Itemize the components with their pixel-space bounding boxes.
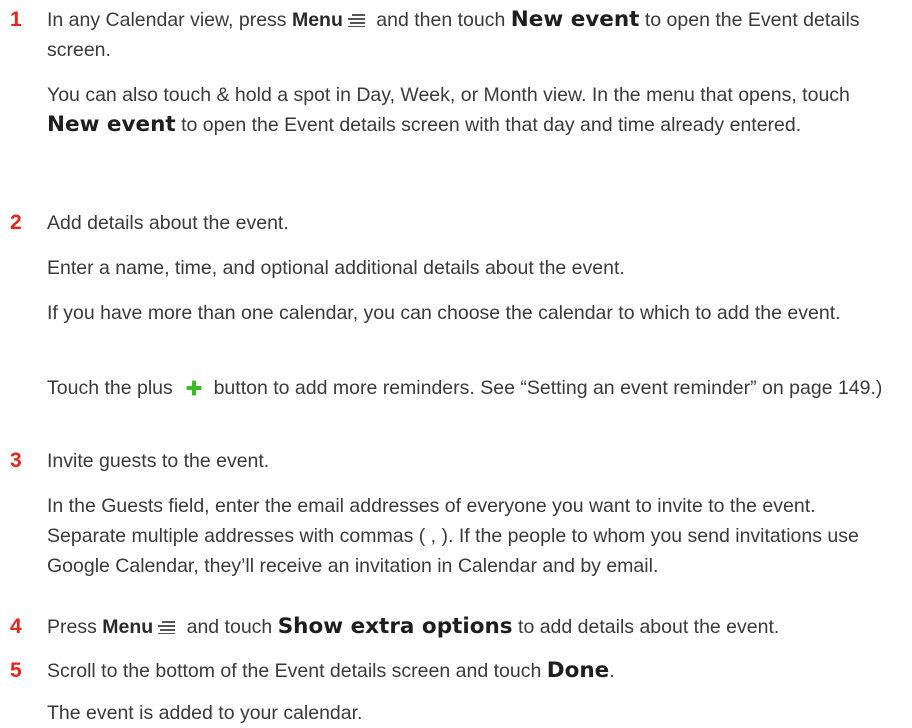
- step-number: 5: [10, 659, 22, 682]
- menu-icon: [347, 14, 365, 28]
- step-number: 2: [10, 211, 22, 234]
- menu-label: Menu: [102, 616, 154, 638]
- step-note: You can also touch & hold a spot in Day,…: [47, 84, 850, 137]
- plus-icon: [186, 380, 202, 396]
- step-instruction: Press Menu and touch Show extra options …: [47, 614, 780, 639]
- step-instruction: Add details about the event.: [47, 212, 289, 234]
- step-instruction: Scroll to the bottom of the Event detail…: [47, 658, 615, 683]
- step-paragraph: In the Guests field, enter the email add…: [47, 495, 859, 577]
- step-paragraph: Touch the plus button to add more remind…: [47, 377, 883, 399]
- step-paragraph: If you have more than one calendar, you …: [47, 302, 841, 324]
- menu-label: Menu: [291, 9, 343, 31]
- instruction-document: 1 In any Calendar view, press Menu and t…: [0, 0, 912, 724]
- menu-icon: [158, 621, 176, 635]
- new-event-label: New event: [510, 7, 640, 32]
- step-number: 4: [10, 615, 22, 638]
- step-instruction: In any Calendar view, press Menu and the…: [47, 7, 860, 61]
- step-number: 1: [10, 8, 22, 31]
- show-extra-options-label: Show extra options: [277, 614, 513, 639]
- step-paragraph: Enter a name, time, and optional additio…: [47, 257, 625, 279]
- step-instruction: Invite guests to the event.: [47, 450, 270, 472]
- done-label: Done: [546, 658, 610, 683]
- new-event-label: New event: [47, 112, 176, 137]
- step-number: 3: [10, 449, 22, 472]
